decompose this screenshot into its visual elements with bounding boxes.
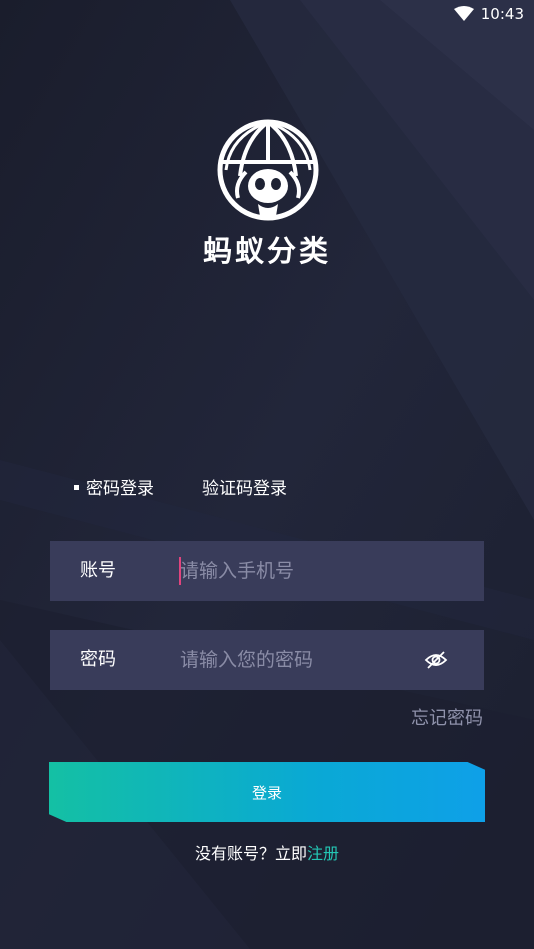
register-prompt: 没有账号？立即注册 (0, 840, 534, 864)
status-time: 10:43 (480, 5, 524, 23)
text-caret (179, 557, 181, 585)
account-field: 账号 (50, 541, 484, 601)
register-prompt-text: 没有账号？立即 (194, 844, 307, 863)
status-bar: 10:43 (0, 0, 534, 30)
register-link[interactable]: 注册 (307, 844, 339, 863)
wifi-icon (454, 6, 474, 21)
active-tab-indicator (74, 484, 79, 490)
password-field: 密码 (50, 630, 484, 690)
tab-sms-code-login-label: 验证码登录 (202, 479, 287, 499)
account-label: 账号 (80, 560, 116, 581)
app-name: 蚂蚁分类 (202, 234, 331, 268)
eye-hidden-icon[interactable] (424, 649, 448, 671)
password-label: 密码 (80, 649, 116, 670)
password-input[interactable] (178, 640, 410, 680)
tab-password-login-label: 密码登录 (86, 479, 154, 499)
phone-input[interactable] (178, 551, 410, 591)
tab-sms-code-login[interactable]: 验证码登录 (202, 478, 287, 500)
login-button[interactable]: 登录 (49, 762, 485, 822)
forgot-password-link[interactable]: 忘记密码 (411, 704, 483, 730)
tab-password-login[interactable]: 密码登录 (74, 478, 154, 500)
ant-globe-logo (217, 119, 319, 221)
